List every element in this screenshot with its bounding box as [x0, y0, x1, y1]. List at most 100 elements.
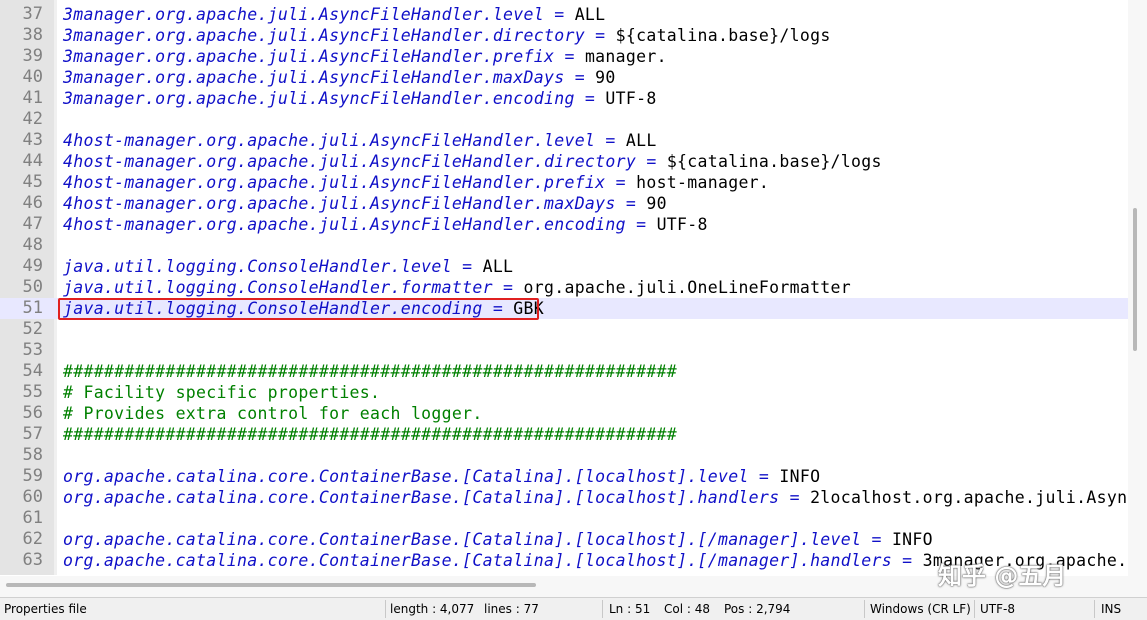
line-content[interactable]: 3manager.org.apache.juli.AsyncFileHandle…	[63, 25, 831, 46]
status-encoding[interactable]: UTF-8	[980, 598, 1015, 620]
line-content[interactable]: org.apache.catalina.core.ContainerBase.[…	[63, 529, 933, 550]
line-number: 48	[22, 235, 43, 255]
property-value: ALL	[482, 257, 514, 276]
line-content[interactable]: # Facility specific properties.	[63, 382, 380, 403]
code-line[interactable]: 40 3manager.org.apache.juli.AsyncFileHand…	[0, 67, 1147, 88]
line-number: 63	[22, 550, 43, 570]
status-eol-format[interactable]: Windows (CR LF)	[870, 598, 971, 620]
line-content[interactable]: 3manager.org.apache.juli.AsyncFileHandle…	[63, 88, 657, 109]
line-content[interactable]: ########################################…	[63, 424, 677, 445]
code-line[interactable]: 52	[0, 319, 1147, 340]
property-value: ${catalina.base}/logs	[615, 26, 831, 45]
property-key: 4host-manager.org.apache.juli.AsyncFileH…	[63, 194, 616, 213]
property-key: 3manager.org.apache.juli.AsyncFileHandle…	[63, 89, 575, 108]
vertical-scrollbar[interactable]	[1128, 0, 1147, 597]
status-insert-mode[interactable]: INS	[1101, 598, 1121, 620]
line-content[interactable]: ########################################…	[63, 361, 677, 382]
property-value: host-manager.	[636, 173, 770, 192]
code-line[interactable]: 47 4host-manager.org.apache.juli.AsyncFil…	[0, 214, 1147, 235]
status-bar: Properties file length : 4,077 lines : 7…	[0, 597, 1147, 620]
line-content[interactable]: 3manager.org.apache.juli.AsyncFileHandle…	[63, 4, 605, 25]
code-line[interactable]: 61	[0, 508, 1147, 529]
code-line[interactable]: 54 ######################################…	[0, 361, 1147, 382]
line-content[interactable]: org.apache.catalina.core.ContainerBase.[…	[63, 487, 1147, 508]
code-line[interactable]: 43 4host-manager.org.apache.juli.AsyncFil…	[0, 130, 1147, 151]
code-line[interactable]: 60 org.apache.catalina.core.ContainerBase…	[0, 487, 1147, 508]
horizontal-scrollbar-thumb[interactable]	[6, 583, 536, 587]
code-line[interactable]: 37 3manager.org.apache.juli.AsyncFileHand…	[0, 4, 1147, 25]
editor-pane[interactable]: 37 3manager.org.apache.juli.AsyncFileHand…	[0, 0, 1147, 597]
current-code-line[interactable]: 51 java.util.logging.ConsoleHandler.encod…	[0, 298, 1147, 319]
property-key: 4host-manager.org.apache.juli.AsyncFileH…	[63, 131, 596, 150]
code-line[interactable]: 53	[0, 340, 1147, 361]
property-key: org.apache.catalina.core.ContainerBase.[…	[63, 467, 749, 486]
property-key: java.util.logging.ConsoleHandler.formatt…	[63, 278, 493, 297]
line-number: 50	[22, 277, 43, 297]
code-line[interactable]: 39 3manager.org.apache.juli.AsyncFileHand…	[0, 46, 1147, 67]
code-line[interactable]: 41 3manager.org.apache.juli.AsyncFileHand…	[0, 88, 1147, 109]
line-number: 37	[22, 4, 43, 24]
line-number: 62	[22, 529, 43, 549]
code-line[interactable]: 44 4host-manager.org.apache.juli.AsyncFil…	[0, 151, 1147, 172]
line-content[interactable]: java.util.logging.ConsoleHandler.level =…	[63, 256, 513, 277]
comment-text: # Facility specific properties.	[63, 383, 381, 402]
property-value: 2localhost.org.apache.juli.AsyncF	[810, 488, 1147, 507]
code-line[interactable]: 57 ######################################…	[0, 424, 1147, 445]
status-length: length : 4,077	[390, 602, 475, 616]
property-value: UTF-8	[605, 89, 657, 108]
code-line[interactable]: 62 org.apache.catalina.core.ContainerBase…	[0, 529, 1147, 550]
property-value: UTF-8	[656, 215, 708, 234]
assignment-operator: =	[595, 131, 626, 150]
line-number: 49	[22, 256, 43, 276]
status-separator	[864, 600, 865, 618]
assignment-operator: =	[564, 68, 596, 87]
property-value: ${catalina.base}/logs	[666, 152, 882, 171]
line-number: 41	[22, 88, 43, 108]
line-content[interactable]: 4host-manager.org.apache.juli.AsyncFileH…	[63, 193, 667, 214]
line-content[interactable]: # Provides extra control for each logger…	[63, 403, 483, 424]
line-number: 61	[22, 508, 43, 528]
vertical-scrollbar-thumb[interactable]	[1133, 208, 1137, 351]
status-position: Pos : 2,794	[724, 602, 791, 616]
line-number: 52	[22, 319, 43, 339]
line-content[interactable]: 4host-manager.org.apache.juli.AsyncFileH…	[63, 130, 657, 151]
code-line[interactable]: 42	[0, 109, 1147, 130]
line-content[interactable]: 4host-manager.org.apache.juli.AsyncFileH…	[63, 172, 769, 193]
code-line[interactable]: 56 # Provides extra control for each logg…	[0, 403, 1147, 424]
line-content[interactable]: 4host-manager.org.apache.juli.AsyncFileH…	[63, 214, 708, 235]
code-line[interactable]: 55 # Facility specific properties.	[0, 382, 1147, 403]
assignment-operator: =	[636, 152, 667, 171]
line-number: 39	[22, 46, 43, 66]
code-line[interactable]: 59 org.apache.catalina.core.ContainerBase…	[0, 466, 1147, 487]
line-content[interactable]: java.util.logging.ConsoleHandler.formatt…	[63, 277, 851, 298]
property-value: GBK	[513, 299, 544, 318]
line-content[interactable]: org.apache.catalina.core.ContainerBase.[…	[63, 466, 820, 487]
property-key: 3manager.org.apache.juli.AsyncFileHandle…	[63, 26, 585, 45]
code-line[interactable]: 49 java.util.logging.ConsoleHandler.level…	[0, 256, 1147, 277]
line-content[interactable]: 3manager.org.apache.juli.AsyncFileHandle…	[63, 46, 667, 67]
code-line[interactable]: 50 java.util.logging.ConsoleHandler.forma…	[0, 277, 1147, 298]
line-number: 51	[22, 298, 43, 318]
property-key: java.util.logging.ConsoleHandler.encodin…	[63, 299, 483, 318]
status-lines: lines : 77	[484, 602, 539, 616]
code-line[interactable]: 45 4host-manager.org.apache.juli.AsyncFil…	[0, 172, 1147, 193]
line-number: 57	[22, 424, 43, 444]
code-lines[interactable]: 37 3manager.org.apache.juli.AsyncFileHand…	[0, 4, 1147, 571]
line-content[interactable]: java.util.logging.ConsoleHandler.encodin…	[63, 298, 544, 319]
assignment-operator: =	[544, 5, 575, 24]
property-key: 4host-manager.org.apache.juli.AsyncFileH…	[63, 152, 637, 171]
assignment-operator: =	[861, 530, 892, 549]
line-number: 55	[22, 382, 43, 402]
code-line[interactable]: 48	[0, 235, 1147, 256]
code-line[interactable]: 38 3manager.org.apache.juli.AsyncFileHand…	[0, 25, 1147, 46]
property-value: INFO	[779, 467, 821, 486]
status-separator	[385, 600, 386, 618]
line-content[interactable]: 3manager.org.apache.juli.AsyncFileHandle…	[63, 67, 616, 88]
line-content[interactable]: 4host-manager.org.apache.juli.AsyncFileH…	[63, 151, 882, 172]
status-column: Col : 48	[664, 602, 710, 616]
line-number: 46	[22, 193, 43, 213]
code-line[interactable]: 58	[0, 445, 1147, 466]
property-value: ALL	[625, 131, 657, 150]
code-line[interactable]: 46 4host-manager.org.apache.juli.AsyncFil…	[0, 193, 1147, 214]
watermark: 知乎 @五月	[938, 562, 1067, 590]
